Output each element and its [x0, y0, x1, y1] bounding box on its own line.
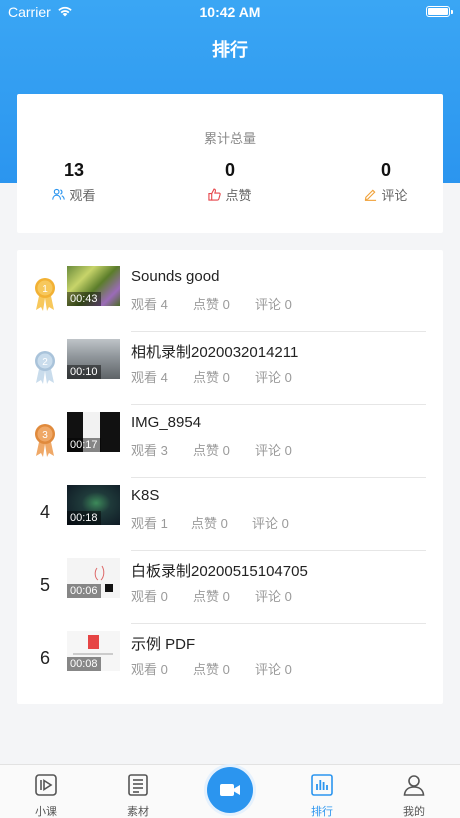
document-icon	[128, 774, 148, 796]
ranking-row[interactable]: 4 00:18 K8S 观看 1 点赞 0 评论 0	[17, 478, 443, 551]
pencil-icon	[365, 189, 377, 201]
stat-comments: 0 评论	[336, 160, 436, 204]
video-title: 示例 PDF	[131, 636, 196, 653]
tab-label: 素材	[127, 806, 149, 818]
video-thumbnail[interactable]: 00:06	[67, 558, 120, 598]
clock: 10:42 AM	[199, 4, 261, 20]
stat-views: 13 观看	[24, 160, 124, 204]
stat-likes-value: 0	[224, 160, 235, 180]
video-thumbnail[interactable]: 00:10	[67, 339, 120, 379]
summary-card: 累计总量 13 观看 0 点赞 0 评论	[17, 94, 443, 233]
view-count: 观看 4	[131, 370, 168, 385]
battery-icon	[426, 6, 453, 17]
video-duration: 00:08	[67, 657, 101, 671]
video-duration: 00:18	[67, 511, 101, 525]
tab-label: 小课	[35, 806, 57, 818]
like-count: 点赞 0	[193, 662, 230, 677]
video-camera-icon	[220, 784, 240, 796]
user-icon	[403, 775, 425, 796]
video-title: 相机录制2020032014211	[131, 344, 299, 361]
stat-comments-label: 评论	[381, 188, 408, 203]
video-thumbnail[interactable]: 00:17	[67, 412, 120, 452]
summary-label: 累计总量	[203, 131, 256, 146]
comment-count: 评论 0	[255, 589, 292, 604]
tab-profile[interactable]: 我的	[368, 765, 460, 818]
comment-count: 评论 0	[255, 370, 292, 385]
video-title: IMG_8954	[131, 414, 202, 431]
video-title: K8S	[131, 487, 160, 504]
rank-label: 1	[42, 284, 48, 295]
stat-views-value: 13	[63, 160, 85, 180]
video-duration: 00:17	[67, 438, 101, 452]
page-title: 排行	[212, 40, 248, 60]
view-count: 观看 0	[131, 589, 168, 604]
video-duration: 00:06	[67, 584, 101, 598]
stat-views-label: 观看	[69, 188, 96, 203]
thumbs-up-icon	[208, 188, 222, 201]
ranking-row[interactable]: 1 00:43 Sounds good 观看 4 点赞 0 评论 0	[17, 259, 443, 332]
like-count: 点赞 0	[193, 589, 230, 604]
video-duration: 00:10	[67, 365, 101, 379]
stat-likes: 0 点赞	[180, 160, 280, 204]
like-count: 点赞 0	[193, 297, 230, 312]
like-count: 点赞 0	[193, 443, 230, 458]
comment-count: 评论 0	[255, 297, 292, 312]
ranking-row[interactable]: 6 00:08 示例 PDF 观看 0 点赞 0 评论 0	[17, 624, 443, 697]
like-count: 点赞 0	[193, 370, 230, 385]
ranking-row[interactable]: 5 00:06 白板录制20200515104705 观看 0 点赞 0 评论 …	[17, 551, 443, 624]
rank-number: 4	[39, 502, 50, 522]
rank-number: 6	[39, 648, 50, 668]
bronze-medal-icon: 3	[35, 424, 55, 457]
bar-chart-icon	[311, 774, 333, 796]
status-bar: Carrier 10:42 AM	[0, 0, 460, 24]
tab-lessons[interactable]: 小课	[0, 765, 92, 818]
tab-ranking[interactable]: 排行	[276, 765, 368, 818]
view-count: 观看 3	[131, 443, 168, 458]
rank-label: 3	[42, 430, 48, 441]
tab-materials[interactable]: 素材	[92, 765, 184, 818]
ranking-row[interactable]: 3 00:17 IMG_8954 观看 3 点赞 0 评论 0	[17, 405, 443, 478]
rank-number: 5	[39, 575, 50, 595]
rank-label: 2	[42, 357, 48, 368]
video-duration: 00:43	[67, 292, 101, 306]
ranking-list: 1 00:43 Sounds good 观看 4 点赞 0 评论 0 2 00:…	[17, 250, 443, 704]
users-icon	[52, 188, 66, 200]
stat-likes-label: 点赞	[225, 188, 252, 203]
silver-medal-icon: 2	[35, 351, 55, 384]
comment-count: 评论 0	[255, 662, 292, 677]
like-count: 点赞 0	[191, 516, 228, 531]
view-count: 观看 1	[131, 516, 168, 531]
tab-label: 我的	[403, 806, 425, 818]
video-title: 白板录制20200515104705	[131, 563, 308, 580]
ranking-row[interactable]: 2 00:10 相机录制2020032014211 观看 4 点赞 0 评论 0	[17, 332, 443, 405]
video-thumbnail[interactable]: 00:08	[67, 631, 120, 671]
video-thumbnail[interactable]: 00:18	[67, 485, 120, 525]
record-button[interactable]	[207, 767, 253, 813]
comment-count: 评论 0	[252, 516, 289, 531]
view-count: 观看 4	[131, 297, 168, 312]
stat-comments-value: 0	[380, 160, 391, 180]
play-square-icon	[35, 774, 57, 796]
tab-label: 排行	[311, 806, 333, 818]
comment-count: 评论 0	[255, 443, 292, 458]
video-thumbnail[interactable]: 00:43	[67, 266, 120, 306]
view-count: 观看 0	[131, 662, 168, 677]
gold-medal-icon: 1	[35, 278, 55, 311]
video-title: Sounds good	[131, 268, 220, 285]
